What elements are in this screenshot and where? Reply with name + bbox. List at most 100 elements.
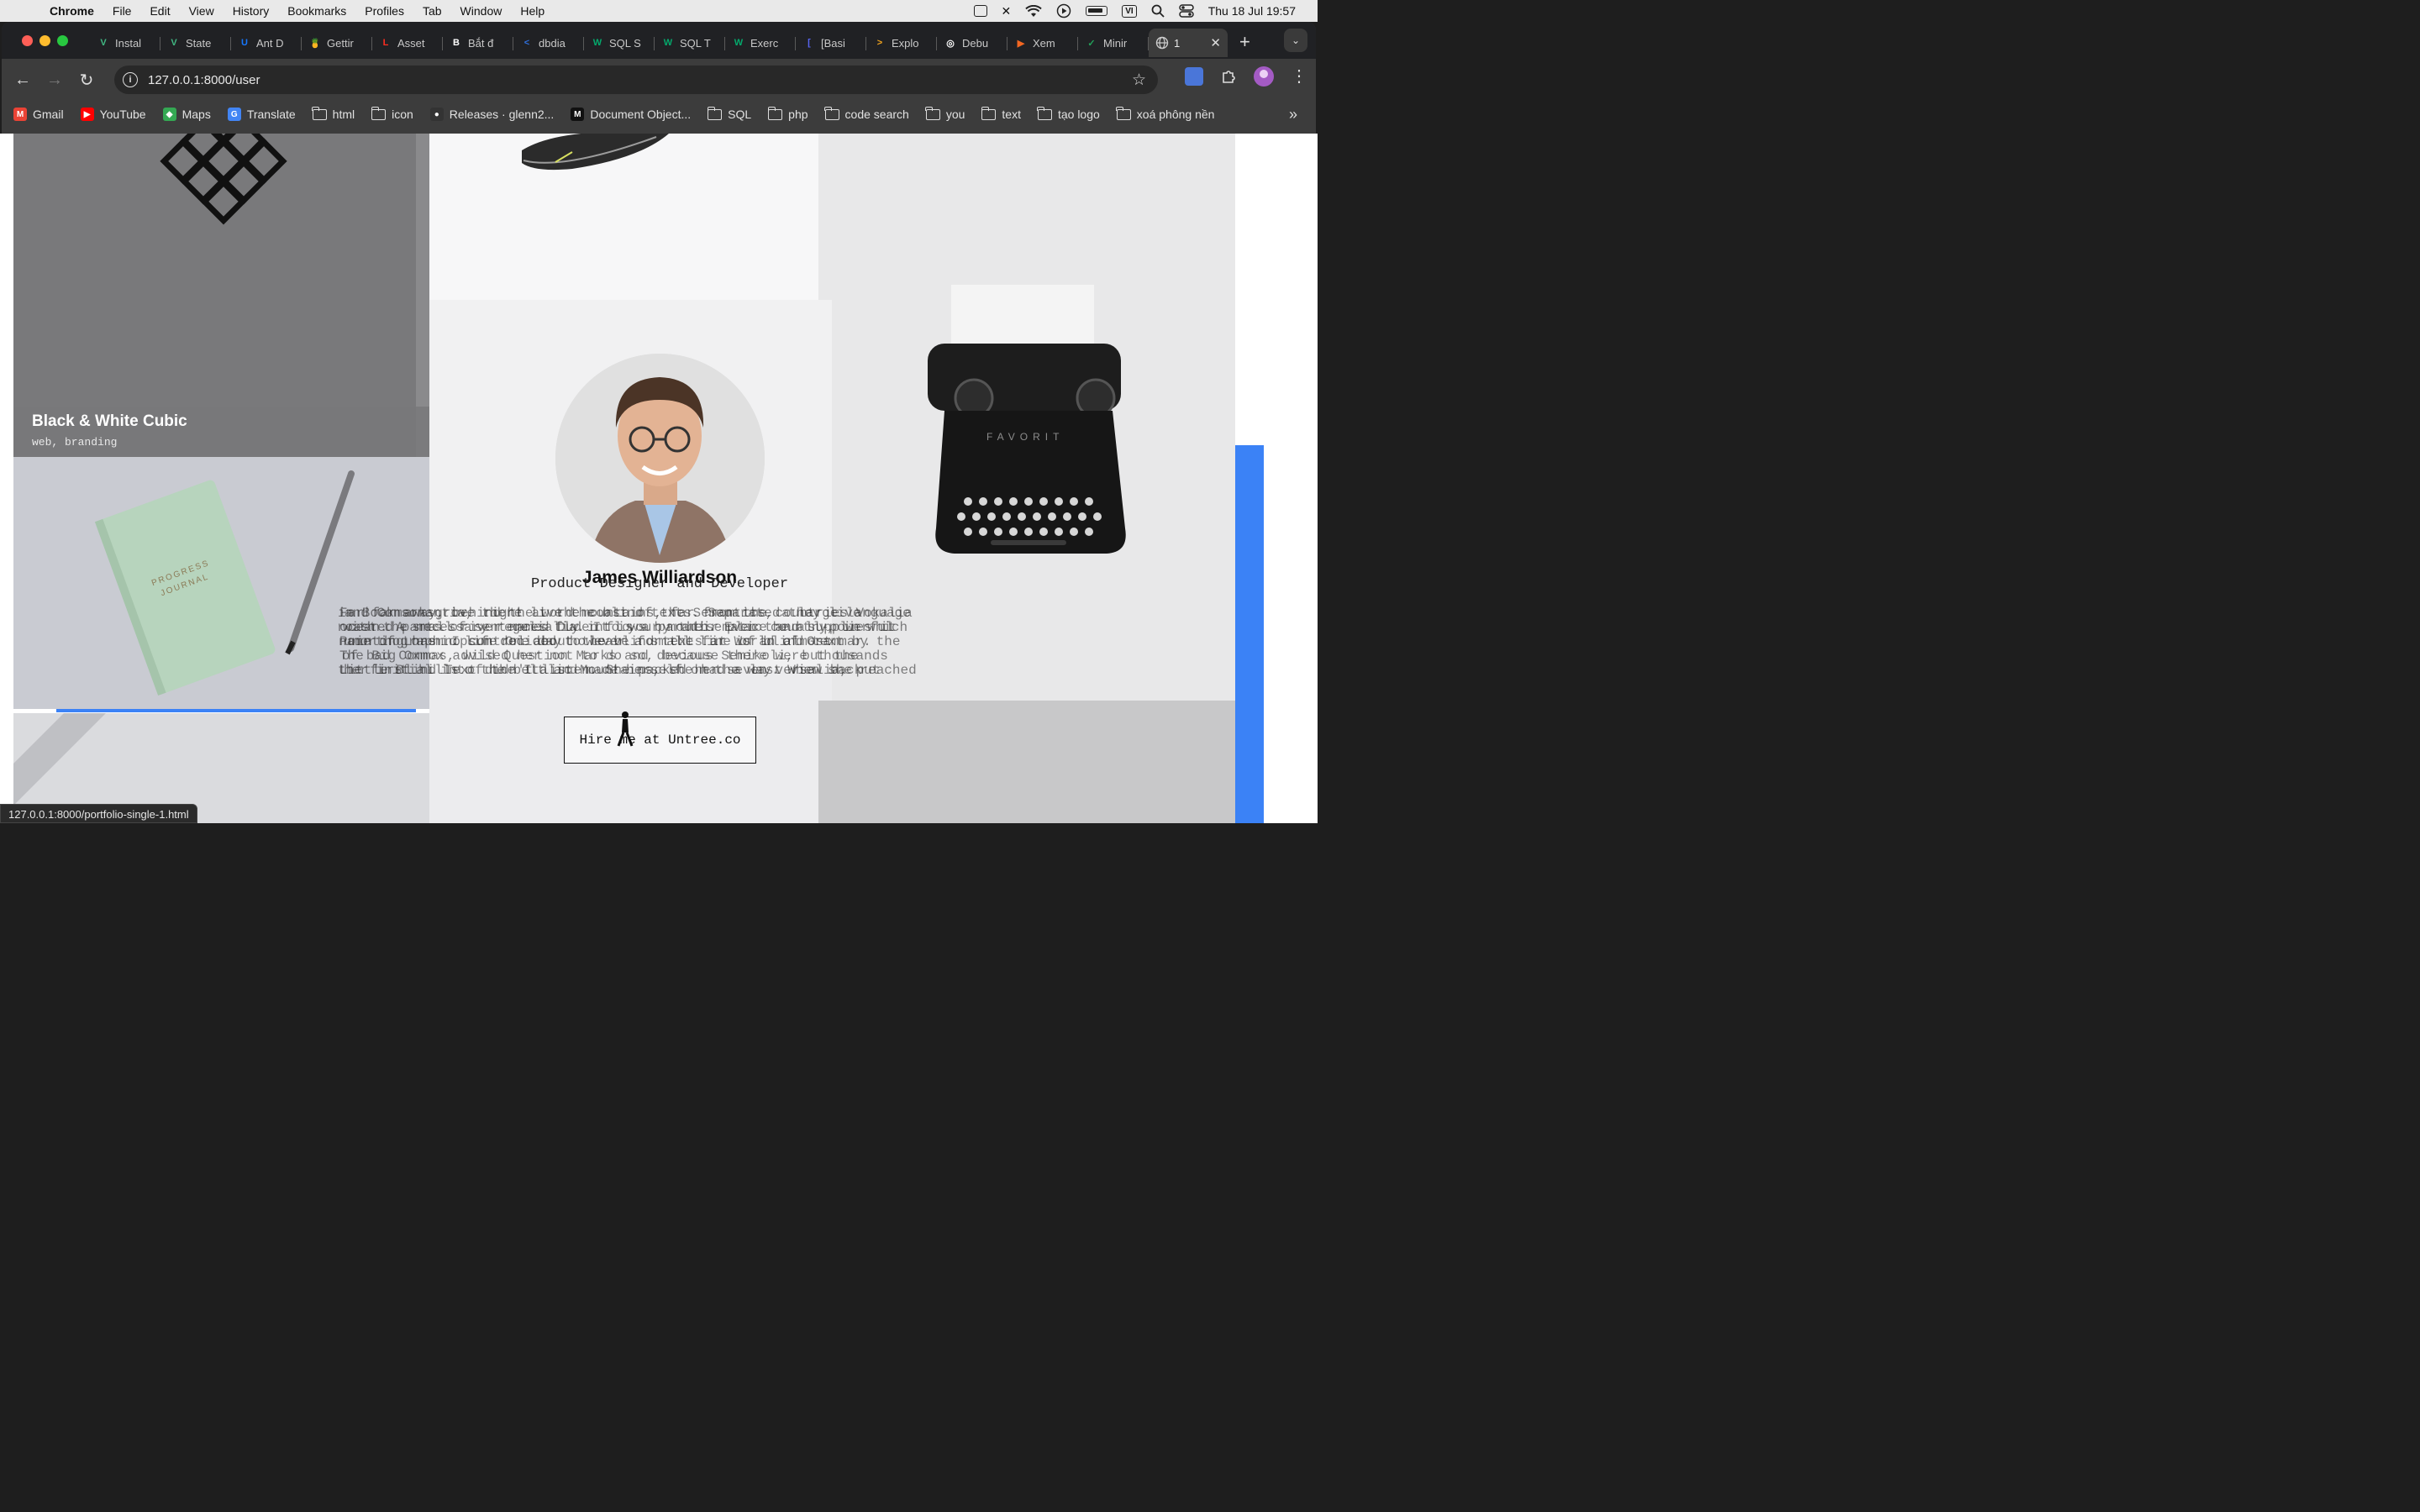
bookmarks-overflow-icon[interactable]: » — [1289, 106, 1297, 123]
status-app-icon[interactable] — [973, 5, 987, 17]
control-center-icon[interactable] — [1178, 4, 1194, 18]
tab-favicon-icon: ✓ — [1087, 38, 1096, 49]
google-translate-extension-icon[interactable] — [1185, 66, 1203, 86]
tab-13[interactable]: ▶ Xem — [1007, 29, 1078, 57]
tab-favicon-icon: V — [100, 38, 107, 48]
bio-line: roasted parts of sentences fly into your… — [337, 620, 894, 635]
bookmark-5[interactable]: icon — [371, 106, 413, 121]
bookmark-8[interactable]: SQL — [707, 106, 751, 121]
portfolio-item-gray[interactable] — [818, 701, 1235, 823]
folder-icon — [981, 106, 997, 120]
bookmark-label: icon — [392, 108, 413, 121]
bookmark-11[interactable]: you — [925, 106, 965, 121]
tab-12[interactable]: ◎ Debu — [937, 29, 1007, 57]
zoom-window-button[interactable] — [57, 34, 68, 46]
play-icon[interactable] — [1056, 3, 1071, 18]
tab-8[interactable]: W SQL T — [655, 29, 725, 57]
input-source-indicator[interactable]: VI — [1122, 4, 1137, 18]
bookmark-favicon-icon: M — [571, 108, 585, 121]
tab-favicon-icon: ▶ — [1017, 38, 1025, 49]
menu-bookmarks[interactable]: Bookmarks — [278, 0, 355, 22]
tab-0[interactable]: V Instal — [90, 29, 160, 57]
menu-window[interactable]: Window — [451, 0, 512, 22]
close-tab-icon[interactable]: ✕ — [1210, 35, 1221, 50]
tab-search-chevron-icon[interactable]: ⌄ — [1284, 29, 1307, 52]
tab-favicon-icon: L — [382, 38, 389, 48]
bookmark-label: xoá phông nền — [1136, 108, 1215, 121]
tab-3[interactable]: 🍍 Gettir — [302, 29, 372, 57]
tab-9[interactable]: W Exerc — [725, 29, 796, 57]
portfolio-item-tags: web, branding — [32, 436, 118, 449]
tab-favicon-icon: ◎ — [946, 38, 955, 49]
close-window-button[interactable] — [22, 34, 33, 46]
tab-6[interactable]: < dbdia — [513, 29, 584, 57]
menu-history[interactable]: History — [224, 0, 279, 22]
folder-icon — [1037, 106, 1052, 120]
portfolio-item-shoe[interactable] — [429, 134, 818, 300]
tab-11[interactable]: > Explo — [866, 29, 937, 57]
bookmark-star-icon[interactable]: ☆ — [1132, 71, 1146, 90]
tab-favicon-icon: B — [453, 38, 460, 48]
bio-line: name of Lorem Ipsum decided to leave for… — [339, 634, 871, 649]
minimize-window-button[interactable] — [39, 34, 50, 46]
menu-app-name[interactable]: Chrome — [40, 0, 103, 22]
bookmark-4[interactable]: html — [312, 106, 355, 121]
portfolio-caption[interactable]: Black & White Cubic web, branding — [13, 407, 429, 457]
folder-icon — [312, 106, 327, 120]
address-url[interactable]: 127.0.0.1:8000/user — [148, 73, 260, 87]
tab-1[interactable]: V State — [160, 29, 231, 57]
wifi-icon[interactable] — [1025, 4, 1042, 18]
portfolio-item-title[interactable]: Black & White Cubic — [32, 412, 187, 431]
tab-10[interactable]: [[Basi — [796, 29, 866, 57]
bookmark-9[interactable]: php — [767, 106, 808, 121]
bookmark-7[interactable]: M Document Object... — [571, 108, 691, 121]
menu-profiles[interactable]: Profiles — [355, 0, 413, 22]
bookmark-0[interactable]: M Gmail — [13, 108, 64, 121]
globe-icon — [1155, 36, 1169, 50]
hire-me-button[interactable]: Hire me at Untree.co — [564, 717, 756, 764]
reload-button[interactable]: ↻ — [71, 70, 103, 91]
tab-strip: V Instal V State U Ant D 🍍 Gettir L Asset B Bắt đ < d… — [2, 22, 1316, 59]
new-tab-button[interactable]: + — [1228, 31, 1262, 53]
bookmark-2[interactable]: ◆ Maps — [162, 108, 211, 121]
tab-14[interactable]: ✓ Minir — [1078, 29, 1149, 57]
tab-title: Xem — [1033, 36, 1055, 50]
tab-title: SQL S — [609, 36, 641, 50]
tab-2[interactable]: U Ant D — [231, 29, 302, 57]
bookmark-6[interactable]: ● Releases · glenn2... — [429, 108, 554, 121]
folder-icon — [767, 106, 783, 120]
bookmark-favicon-icon: ● — [429, 108, 444, 121]
bookmark-10[interactable]: code search — [824, 106, 909, 121]
battery-icon[interactable] — [1086, 6, 1108, 16]
bookmark-12[interactable]: text — [981, 106, 1021, 121]
bookmark-13[interactable]: tạo logo — [1037, 106, 1100, 121]
bookmark-1[interactable]: ▶ YouTube — [80, 108, 146, 121]
menu-view[interactable]: View — [180, 0, 224, 22]
menu-file[interactable]: File — [103, 0, 141, 22]
tab-active[interactable]: 1 ✕ — [1149, 29, 1228, 57]
menu-tab[interactable]: Tab — [413, 0, 451, 22]
active-tab-title: 1 — [1174, 36, 1181, 50]
bookmark-favicon-icon: ▶ — [80, 108, 94, 121]
menu-bar-clock[interactable]: Thu 18 Jul 19:57 — [1208, 4, 1296, 18]
tab-favicon-icon: < — [523, 38, 530, 48]
extensions-puzzle-icon[interactable] — [1220, 68, 1237, 85]
tab-favicon-icon: > — [876, 38, 883, 48]
bookmark-3[interactable]: G Translate — [227, 108, 296, 121]
profile-avatar[interactable] — [1254, 66, 1274, 87]
forward-button[interactable]: → — [39, 71, 71, 90]
tab-5[interactable]: B Bắt đ — [443, 29, 513, 57]
tab-4[interactable]: L Asset — [372, 29, 443, 57]
site-info-icon[interactable]: i — [123, 72, 138, 87]
bluetooth-off-icon[interactable]: ✕ — [1002, 4, 1012, 18]
address-bar[interactable]: i 127.0.0.1:8000/user ☆ — [114, 66, 1158, 94]
menu-help[interactable]: Help — [511, 0, 554, 22]
menu-edit[interactable]: Edit — [140, 0, 179, 22]
tab-7[interactable]: W SQL S — [584, 29, 655, 57]
chrome-menu-icon[interactable]: ⋮ — [1291, 66, 1307, 87]
spotlight-search-icon[interactable] — [1151, 4, 1165, 18]
back-button[interactable]: ← — [7, 71, 39, 90]
portfolio-progress-bar — [56, 709, 416, 712]
bookmark-14[interactable]: xoá phông nền — [1116, 106, 1215, 121]
bookmark-label: Gmail — [33, 108, 64, 121]
